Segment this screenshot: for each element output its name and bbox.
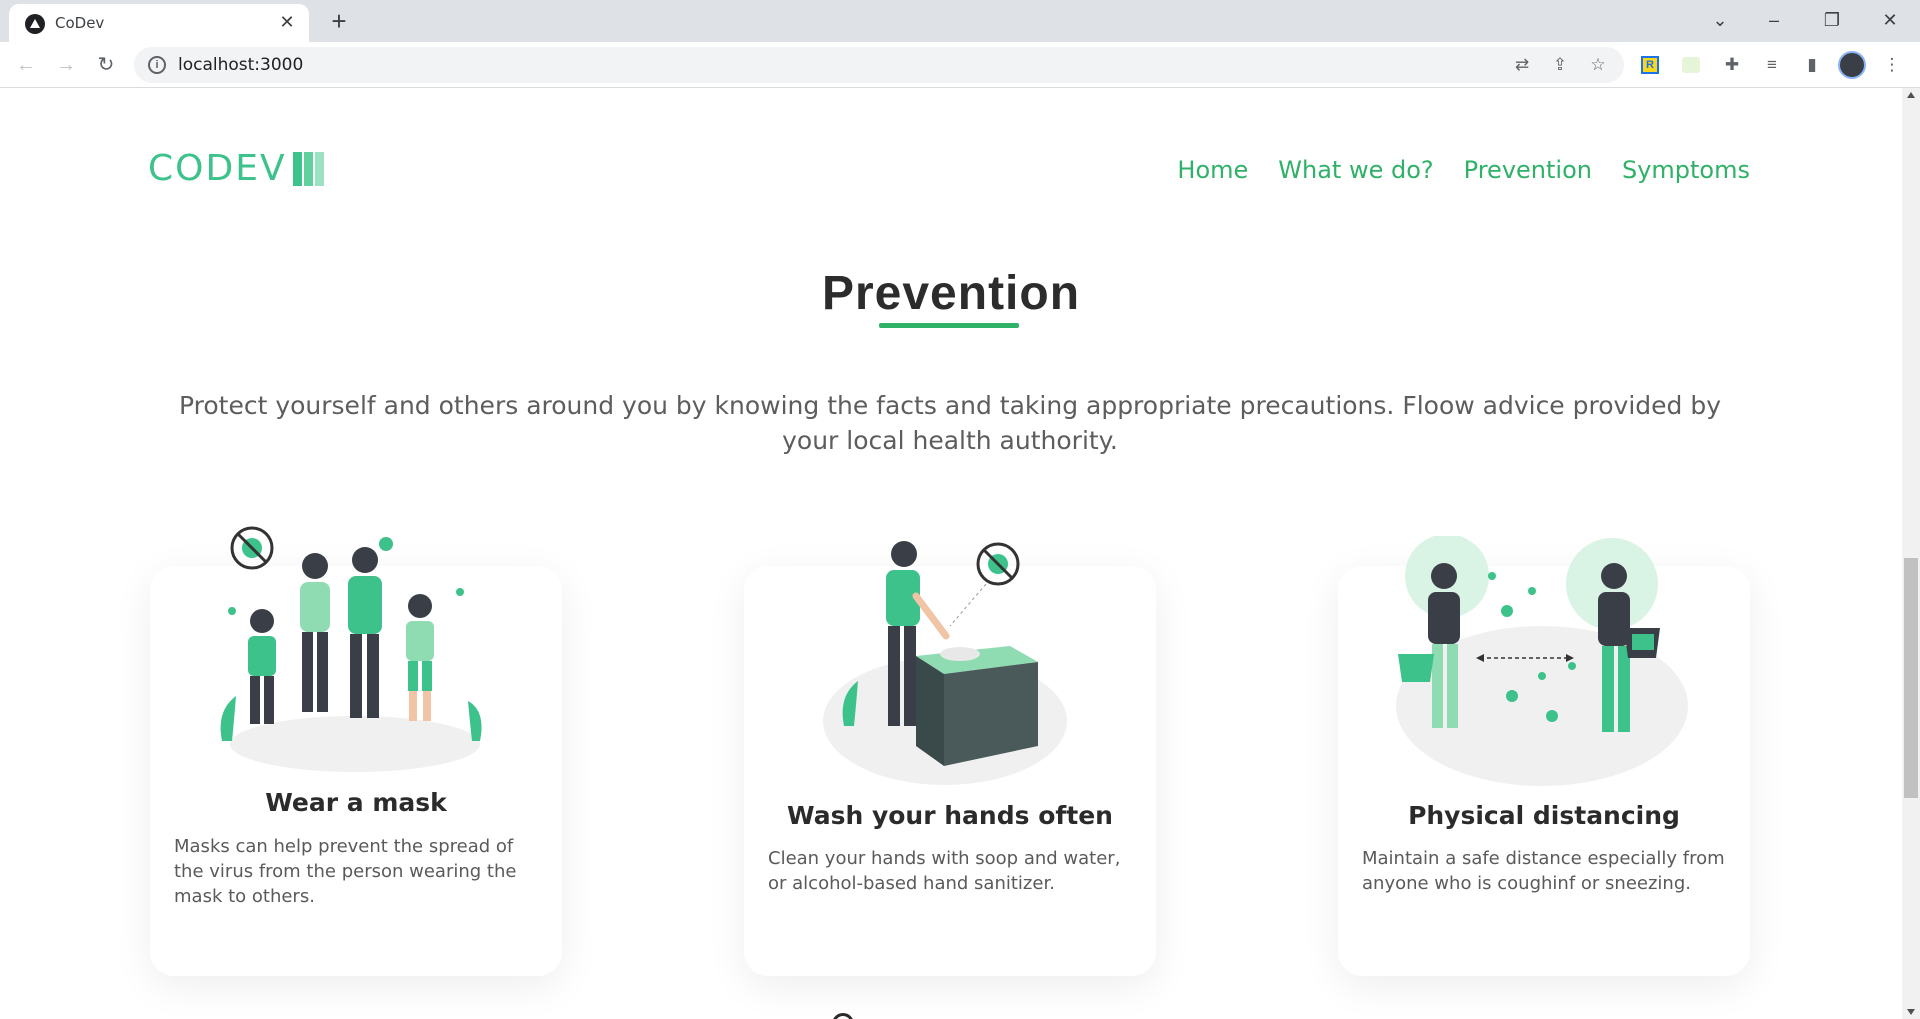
media-control-icon[interactable]: ≡ bbox=[1758, 51, 1786, 79]
forward-icon[interactable]: → bbox=[50, 49, 82, 81]
people-wearing-masks-illustration-icon bbox=[220, 526, 482, 772]
tab-search-icon[interactable]: ⌄ bbox=[1700, 4, 1740, 36]
restore-button[interactable]: ❐ bbox=[1812, 4, 1852, 36]
site-info-icon[interactable]: i bbox=[148, 56, 166, 74]
url-text[interactable]: localhost:3000 bbox=[178, 55, 303, 75]
back-icon[interactable]: ← bbox=[10, 49, 42, 81]
card-wash-hands: Wash your hands often Clean your hands w… bbox=[744, 541, 1156, 976]
nav-prevention[interactable]: Prevention bbox=[1464, 156, 1592, 184]
minimize-button[interactable]: – bbox=[1754, 4, 1794, 36]
scroll-up-icon[interactable] bbox=[1907, 92, 1915, 98]
favicon-icon bbox=[25, 14, 45, 34]
nav-what-we-do[interactable]: What we do? bbox=[1278, 156, 1433, 184]
browser-toolbar: ← → ↻ i localhost:3000 ⇄ ⇪ ☆ R ✚ ≡ ▮ ⋮ bbox=[0, 42, 1920, 88]
next-section-hint-icon bbox=[832, 1013, 854, 1019]
new-tab-button[interactable]: + bbox=[324, 6, 354, 36]
address-bar[interactable]: i localhost:3000 ⇄ ⇪ ☆ bbox=[134, 47, 1624, 83]
scroll-down-icon[interactable] bbox=[1907, 1009, 1915, 1015]
scroll-thumb[interactable] bbox=[1904, 558, 1918, 798]
profile-avatar[interactable] bbox=[1838, 51, 1866, 79]
card-description: Maintain a safe distance especially from… bbox=[1362, 848, 1725, 894]
card-physical-distancing: Physical distancing Maintain a safe dist… bbox=[1338, 536, 1750, 976]
extensions-puzzle-icon[interactable]: ✚ bbox=[1718, 51, 1746, 79]
translate-icon[interactable]: ⇄ bbox=[1510, 53, 1534, 77]
close-tab-icon[interactable]: ✕ bbox=[275, 10, 299, 34]
extension-green-icon[interactable] bbox=[1682, 57, 1700, 73]
main-nav: Home What we do? Prevention Symptoms bbox=[1177, 156, 1750, 184]
logo-bars-icon bbox=[292, 151, 326, 186]
tab-strip: CoDev ✕ + ⌄ – ❐ ✕ bbox=[0, 0, 1920, 42]
card-title: Wash your hands often bbox=[787, 801, 1113, 830]
tab-title: CoDev bbox=[55, 14, 105, 32]
bookmark-star-icon[interactable]: ☆ bbox=[1586, 53, 1610, 77]
card-description: Masks can help prevent the spread of the… bbox=[174, 836, 517, 907]
close-window-button[interactable]: ✕ bbox=[1870, 4, 1910, 36]
title-underline bbox=[879, 323, 1019, 328]
extension-r-icon[interactable]: R bbox=[1641, 56, 1659, 74]
card-description: Clean your hands with soop and water, or… bbox=[768, 848, 1121, 894]
section-lead: Protect yourself and others around you b… bbox=[178, 391, 1722, 455]
section-title: Prevention bbox=[821, 267, 1081, 320]
page-viewport: CODEV Home What we do? Prevention Sympto… bbox=[0, 88, 1902, 1019]
nav-symptoms[interactable]: Symptoms bbox=[1622, 156, 1750, 184]
site-logo[interactable]: CODEV bbox=[148, 148, 326, 189]
logo-text: CODEV bbox=[148, 148, 287, 189]
card-title: Physical distancing bbox=[1408, 801, 1680, 830]
reload-icon[interactable]: ↻ bbox=[90, 49, 122, 81]
share-icon[interactable]: ⇪ bbox=[1548, 53, 1572, 77]
physical-distancing-illustration-icon bbox=[1396, 536, 1688, 786]
hand-washing-illustration-icon bbox=[823, 541, 1067, 785]
browser-chrome: CoDev ✕ + ⌄ – ❐ ✕ ← → ↻ i localhost:3000… bbox=[0, 0, 1920, 88]
nav-home[interactable]: Home bbox=[1177, 156, 1248, 184]
page-scrollbar[interactable] bbox=[1902, 88, 1920, 1019]
more-menu-icon[interactable]: ⋮ bbox=[1878, 51, 1906, 79]
card-title: Wear a mask bbox=[265, 788, 447, 817]
card-wear-mask: Wear a mask Masks can help prevent the s… bbox=[150, 526, 562, 976]
side-panel-icon[interactable]: ▮ bbox=[1798, 51, 1826, 79]
browser-tab[interactable]: CoDev ✕ bbox=[9, 4, 309, 42]
